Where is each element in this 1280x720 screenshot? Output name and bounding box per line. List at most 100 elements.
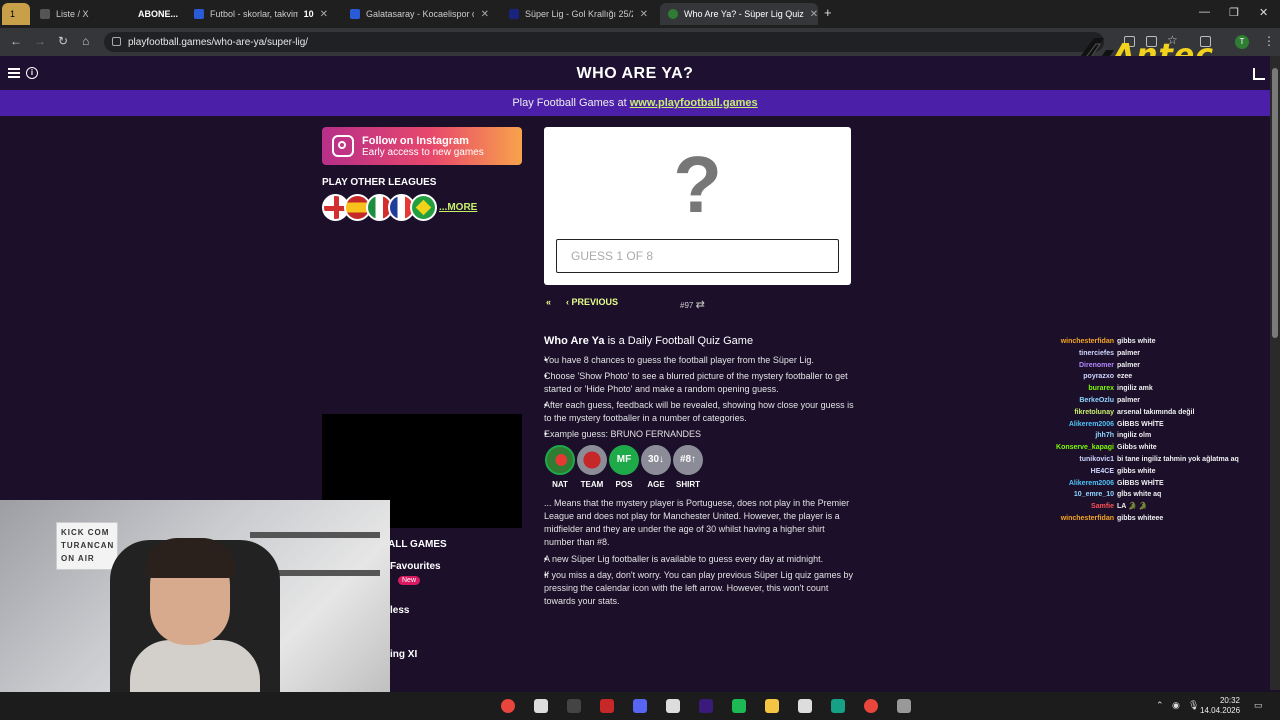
chat-username[interactable]: BerkeOzlu — [1040, 395, 1114, 407]
sign-line: KICK COM — [61, 528, 110, 537]
restore-button[interactable]: ❐ — [1229, 6, 1239, 19]
favourites-link[interactable]: Favourites — [390, 561, 441, 572]
chat-text: LA 🐊 🐊 — [1117, 503, 1148, 511]
tab-label: 1 — [10, 9, 16, 19]
chat-username[interactable]: tinerciefes — [1040, 348, 1114, 360]
premiere-icon[interactable] — [699, 699, 713, 713]
stream-icon[interactable] — [666, 699, 680, 713]
close-icon[interactable]: ✕ — [640, 9, 648, 20]
chat-text: palmer — [1117, 396, 1140, 404]
close-icon[interactable]: ✕ — [320, 9, 328, 20]
flashscore-icon — [350, 9, 360, 19]
chat-username[interactable]: Direnomer — [1040, 360, 1114, 372]
brazil-flag-icon[interactable] — [410, 194, 437, 221]
chat-username[interactable]: tunikovic1 — [1040, 454, 1114, 466]
badge-circle: 30↓ — [641, 445, 671, 475]
app-icon[interactable] — [600, 699, 614, 713]
chrome-icon[interactable] — [501, 699, 515, 713]
url-text: playfootball.games/who-are-ya/super-lig/ — [128, 36, 309, 48]
chat-username[interactable]: Alikerem2006 — [1040, 478, 1114, 490]
new-tab-button[interactable]: + — [824, 5, 832, 20]
chat-message: fikretolunay arsenal takımında değil — [1040, 407, 1270, 419]
stream-icon[interactable] — [798, 699, 812, 713]
chat-text: gİbs white aq — [1117, 491, 1162, 499]
rule-text: If you miss a day, don't worry. You can … — [544, 570, 854, 606]
chat-message: winchesterfidan gibbs whiteee — [1040, 513, 1270, 525]
new-badge: New — [398, 576, 421, 585]
instagram-follow-button[interactable]: Follow on Instagram Early access to new … — [322, 127, 522, 165]
puzzle-number: #97 ⇄ — [680, 298, 705, 311]
clock-date: 14.04.2026 — [1200, 706, 1241, 715]
app-icon[interactable] — [897, 699, 911, 713]
chat-username[interactable]: Samfie — [1040, 501, 1114, 513]
list-item: You have 8 chances to guess the football… — [544, 354, 854, 367]
discord-icon[interactable] — [633, 699, 647, 713]
chat-message: tinerciefes palmer — [1040, 348, 1270, 360]
tab-abone[interactable]: ABONE... — [130, 3, 185, 25]
reload-icon[interactable]: ↻ — [58, 34, 68, 48]
tab-x[interactable]: Liste / X — [32, 3, 127, 25]
all-games-heading: ALL GAMES — [388, 539, 447, 550]
chat-username[interactable]: HE4CE — [1040, 466, 1114, 478]
chat-username[interactable]: winchesterfidan — [1040, 513, 1114, 525]
obs-icon[interactable] — [567, 699, 581, 713]
microphone-icon[interactable]: 🎙 — [1188, 700, 1199, 711]
list-item: After each guess, feedback will be revea… — [544, 399, 854, 425]
scroll-thumb[interactable] — [1272, 68, 1278, 338]
stats-icon[interactable] — [1253, 68, 1265, 80]
promo-link[interactable]: www.playfootball.games — [630, 97, 758, 109]
tray-chevron-icon[interactable]: ⌃ — [1156, 700, 1164, 711]
notification-icon[interactable]: ▭ — [1254, 700, 1263, 711]
example-badge: TEAM — [577, 445, 607, 491]
chrome-icon[interactable] — [864, 699, 878, 713]
heading-bold: Who Are Ya — [544, 335, 605, 347]
network-icon[interactable]: ◉ — [1172, 700, 1180, 711]
chat-username[interactable]: poyrazxo — [1040, 371, 1114, 383]
rule-text: A new Süper Lig footballer is available … — [544, 554, 824, 564]
chat-username[interactable]: jhh7h — [1040, 430, 1114, 442]
close-icon[interactable]: ✕ — [481, 9, 489, 20]
chat-username[interactable]: Konserve_kapagi — [1040, 442, 1114, 454]
site-info-icon[interactable] — [112, 37, 121, 46]
taskbar-clock[interactable]: 20:32 14.04.2026 — [1200, 696, 1240, 716]
tab-gol-kralligi[interactable]: Süper Lig - Gol Krallığı 25/26 | T ✕ — [501, 3, 656, 25]
random-puzzle-icon[interactable]: ⇄ — [696, 299, 705, 311]
forward-icon[interactable]: → — [34, 34, 46, 48]
tab-label: Liste / X — [56, 9, 89, 19]
terminal-icon[interactable] — [831, 699, 845, 713]
home-icon[interactable]: ⌂ — [82, 34, 89, 48]
chat-message: Alikerem2006 GİBBS WHİTE — [1040, 419, 1270, 431]
tab-pinned[interactable]: 1 — [2, 3, 30, 25]
close-icon[interactable]: ✕ — [810, 9, 818, 20]
tab-who-are-ya[interactable]: Who Are Ya? - Süper Lig Quiz ✕ — [660, 3, 818, 25]
url-field[interactable]: playfootball.games/who-are-ya/super-lig/ — [104, 32, 1104, 52]
chat-username[interactable]: fikretolunay — [1040, 407, 1114, 419]
minimize-button[interactable]: — — [1199, 6, 1210, 18]
back-icon[interactable]: ← — [10, 34, 22, 48]
chat-username[interactable]: Alikerem2006 — [1040, 419, 1114, 431]
menu-dots-icon[interactable]: ⋮ — [1263, 34, 1275, 48]
shelf — [250, 532, 380, 538]
chat-text: GİBBS WHİTE — [1117, 479, 1164, 487]
guess-input[interactable] — [556, 239, 839, 273]
chat-message: Direnomer palmer — [1040, 360, 1270, 372]
stream-icon[interactable] — [534, 699, 548, 713]
chat-username[interactable]: burarex — [1040, 383, 1114, 395]
previous-button[interactable]: ‹ PREVIOUS — [566, 297, 618, 307]
chat-message: poyrazxo ezee — [1040, 371, 1270, 383]
tab-futbol[interactable]: Futbol - skorlar, takvim & c 10 ✕ — [186, 3, 336, 25]
league-flags — [322, 194, 437, 221]
flashscore-icon — [194, 9, 204, 19]
tab-galatasaray[interactable]: Galatasaray - Kocaelispor canlı ✕ — [342, 3, 497, 25]
starting-xi-link[interactable]: ing XI — [390, 649, 417, 660]
more-leagues-link[interactable]: ...MORE — [439, 202, 477, 213]
spotify-icon[interactable] — [732, 699, 746, 713]
folder-icon[interactable] — [765, 699, 779, 713]
wordle-link[interactable]: less — [390, 605, 409, 616]
chat-username[interactable]: 10_emre_10 — [1040, 489, 1114, 501]
chat-username[interactable]: winchesterfidan — [1040, 336, 1114, 348]
close-window-button[interactable]: ✕ — [1259, 6, 1268, 19]
list-item: Choose 'Show Photo' to see a blurred pic… — [544, 370, 854, 396]
page-scrollbar[interactable] — [1270, 56, 1280, 690]
first-puzzle-icon[interactable]: « — [546, 297, 551, 307]
